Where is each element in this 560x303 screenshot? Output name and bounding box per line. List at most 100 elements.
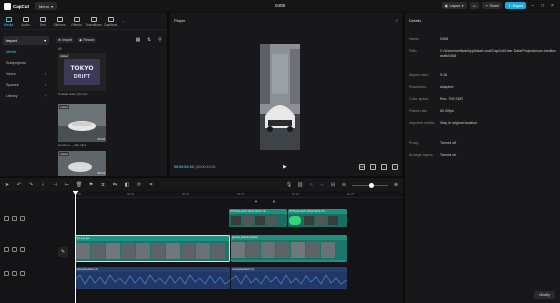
close-icon[interactable]: ×: [549, 2, 556, 9]
monitor-icon: ▭: [472, 3, 476, 8]
sort-icon[interactable]: ⇅: [146, 37, 152, 43]
tab-text[interactable]: Text: [34, 13, 51, 30]
mirror-icon[interactable]: ◧: [124, 182, 130, 188]
marker-icon[interactable]: ⚑: [88, 182, 94, 188]
more-options-icon[interactable]: ≡: [396, 18, 398, 23]
eye-icon[interactable]: [12, 271, 17, 276]
audio-icon[interactable]: [20, 271, 25, 276]
monitor-button[interactable]: ▭: [469, 2, 479, 9]
clip-label: jpelets jpelets jpelets: [232, 235, 258, 239]
eye-icon[interactable]: [12, 247, 17, 252]
fullscreen-icon[interactable]: ⤢: [392, 164, 398, 170]
media-item[interactable]: TOKYO DRIFT Added: [58, 53, 106, 91]
detail-key: Resolution:: [409, 85, 427, 89]
lock-icon[interactable]: [4, 247, 9, 252]
link-icon[interactable]: ⛓: [297, 182, 303, 188]
tab-media[interactable]: Media: [0, 13, 17, 30]
lock-icon[interactable]: [4, 216, 9, 221]
menu-button[interactable]: Menu ▾: [35, 2, 58, 10]
preview-axis-icon[interactable]: ⇔: [319, 182, 325, 188]
marker-icon[interactable]: ▼: [272, 199, 276, 204]
tab-effects[interactable]: Effects: [68, 13, 85, 30]
delete-icon[interactable]: 🗑: [76, 182, 82, 188]
media-duration: 00:22: [97, 137, 105, 141]
layout-button[interactable]: ▣ Layout ▾: [441, 2, 467, 9]
redo-icon[interactable]: ↷: [28, 182, 34, 188]
sidebar-item-library[interactable]: Library ›: [3, 91, 49, 100]
zoom-to-fit-icon[interactable]: ⊟: [330, 182, 336, 188]
crop-icon[interactable]: ⌗: [370, 164, 376, 170]
crop-icon[interactable]: ⌗: [148, 182, 154, 188]
sidebar-item-media[interactable]: Media: [3, 47, 49, 56]
video-preview[interactable]: [260, 44, 300, 150]
zoom-out-icon[interactable]: ⊖: [341, 182, 347, 188]
captions-icon: [107, 16, 114, 22]
reverse-icon[interactable]: ⇆: [112, 182, 118, 188]
split-icon[interactable]: ⟊: [40, 182, 46, 188]
audio-clip[interactable]: videoplayback (1): [75, 267, 230, 289]
playhead[interactable]: [75, 191, 76, 303]
record-button[interactable]: ◉ Record: [76, 37, 97, 43]
detail-key: Imported media:: [409, 121, 435, 125]
tab-transitions[interactable]: Transitions: [85, 13, 102, 30]
undo-icon[interactable]: ↶: [16, 182, 22, 188]
plus-circle-icon: ⊕: [58, 38, 61, 42]
filter-icon[interactable]: ⚲: [157, 37, 163, 43]
eye-icon[interactable]: [12, 216, 17, 221]
tabs-more-button[interactable]: ›: [119, 13, 128, 30]
main-track-clip[interactable]: jpe jpe jpe: [75, 235, 230, 262]
tab-label: Text: [39, 22, 46, 27]
import-button[interactable]: ⊕ Import: [56, 37, 74, 43]
zoom-in-icon[interactable]: ⊕: [393, 182, 399, 188]
share-label: Share: [489, 3, 500, 8]
sidebar-item-yours[interactable]: Yours ›: [3, 69, 49, 78]
detail-key: Color space:: [409, 97, 430, 101]
rotate-icon[interactable]: ⟳: [136, 182, 142, 188]
detail-key: Arrange layers:: [409, 153, 434, 157]
quality-icon[interactable]: HD: [359, 164, 365, 170]
tab-label: Stickers: [53, 22, 66, 27]
split-left-icon[interactable]: ⊣: [52, 182, 58, 188]
modify-button[interactable]: Modify: [534, 291, 555, 299]
tab-audio[interactable]: Audio: [17, 13, 34, 30]
media-sidebar: Import ▾ Media Subprojects Yours › Spaces ›…: [0, 34, 52, 102]
layout-label: Layout: [449, 3, 461, 8]
tab-captions[interactable]: Captions: [102, 13, 119, 30]
tab-stickers[interactable]: Stickers: [51, 13, 68, 30]
maximize-icon[interactable]: □: [539, 2, 546, 9]
media-item[interactable]: Added 00:14: [58, 151, 106, 176]
split-right-icon[interactable]: ⊢: [64, 182, 70, 188]
ratio-button[interactable]: □: [381, 164, 387, 170]
sidebar-item-spaces[interactable]: Spaces ›: [3, 80, 49, 89]
zoom-slider-knob[interactable]: [369, 182, 374, 188]
share-button[interactable]: ↗ Share: [481, 2, 503, 9]
freeze-icon[interactable]: ⧖: [100, 182, 106, 188]
minimize-icon[interactable]: –: [529, 2, 536, 9]
audio-icon[interactable]: [20, 216, 25, 221]
zoom-slider[interactable]: [352, 182, 388, 188]
clip-label: videoplayback (1): [232, 267, 254, 271]
media-filter-all[interactable]: All: [58, 47, 62, 51]
microphone-icon[interactable]: 🎙: [286, 182, 292, 188]
lock-icon[interactable]: [4, 271, 9, 276]
sidebar-item-import[interactable]: Import ▾: [3, 36, 49, 45]
grid-view-icon[interactable]: ▦: [135, 37, 141, 43]
overlay-clip[interactable]: 9775caf-aa37-4b44-9c31-72...: [288, 209, 347, 227]
detail-value: 9:16: [440, 73, 447, 77]
cover-edit-button[interactable]: ✎: [58, 247, 68, 257]
media-item[interactable]: Added 00:22: [58, 104, 106, 142]
magnet-icon[interactable]: ∩: [308, 182, 314, 188]
export-button[interactable]: ⇪ Export: [505, 2, 526, 9]
audio-clip[interactable]: videoplayback (1): [231, 267, 347, 289]
audio-icon[interactable]: [20, 247, 25, 252]
marker-icon[interactable]: ▼: [254, 199, 258, 204]
timeline-ruler[interactable]: 00:00 00:05 00:10 00:15 00:20 00:25: [72, 191, 403, 198]
select-cursor-icon[interactable]: ➤: [4, 182, 10, 188]
overlay-clip[interactable]: 9775caf-aa37-4b44-9c31-72...: [229, 209, 287, 227]
sidebar-item-subprojects[interactable]: Subprojects: [3, 58, 49, 67]
detail-row-resolution: Resolution: Adapted: [409, 85, 557, 90]
play-icon[interactable]: ▶: [283, 164, 287, 170]
detail-row-path: Path: C:/Users/melfwa/AppData/Local/CapCu…: [409, 49, 557, 59]
ruler-tick-label: 00:05: [127, 192, 134, 196]
main-track-clip[interactable]: jpelets jpelets jpelets: [231, 235, 347, 262]
